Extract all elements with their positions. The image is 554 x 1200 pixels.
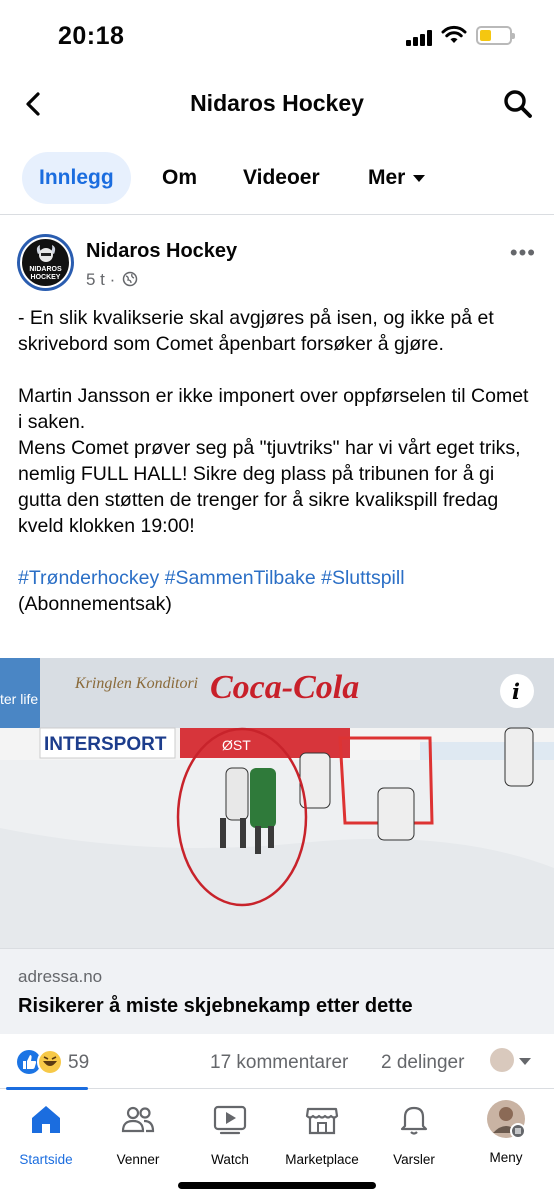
tab-om[interactable]: Om — [162, 152, 197, 204]
viking-logo-icon — [36, 244, 55, 262]
active-tab-indicator — [6, 1087, 88, 1090]
post-note: (Abonnementsak) — [18, 593, 172, 615]
caret-down-icon — [413, 174, 426, 182]
nav-label: Marketplace — [285, 1152, 359, 1167]
reaction-count[interactable]: 59 — [68, 1052, 89, 1074]
divider — [0, 214, 554, 215]
nav-venner[interactable]: Venner — [92, 1101, 184, 1167]
nav-varsler[interactable]: Varsler — [368, 1101, 460, 1167]
page-header: Nidaros Hockey — [0, 78, 554, 132]
comment-count[interactable]: 17 kommentarer — [210, 1052, 348, 1074]
tab-mer[interactable]: Mer — [368, 152, 426, 204]
post-paragraph: Martin Jansson er ikke imponert over opp… — [18, 385, 529, 433]
reactions-bar: 59 17 kommentarer 2 delinger — [0, 1044, 554, 1080]
tab-videoer[interactable]: Videoer — [243, 152, 320, 204]
nav-label: Venner — [116, 1152, 160, 1167]
caret-down-icon[interactable] — [519, 1058, 531, 1065]
page-avatar[interactable]: NIDAROS HOCKEY — [17, 234, 74, 291]
link-preview-image[interactable]: ter life Kringlen Konditori Coca-Cola IN… — [0, 658, 554, 948]
wifi-icon — [441, 25, 467, 43]
home-indicator — [178, 1182, 376, 1189]
link-domain: adressa.no — [18, 967, 103, 986]
marketplace-icon — [305, 1107, 339, 1135]
share-count[interactable]: 2 delinger — [381, 1052, 464, 1074]
avatar-logo-text: NIDAROS HOCKEY — [29, 265, 62, 281]
post-paragraph: - En slik kvalikserie skal avgjøres på i… — [18, 307, 494, 355]
page-tabs: Innlegg Om Videoer Mer — [0, 152, 554, 204]
nav-marketplace[interactable]: Marketplace — [276, 1101, 368, 1167]
tab-mer-label: Mer — [368, 166, 406, 189]
bell-icon — [400, 1106, 428, 1135]
hockey-scene-image: ter life Kringlen Konditori Coca-Cola IN… — [0, 658, 554, 948]
status-bar: 20:18 — [0, 0, 554, 70]
more-options-icon[interactable]: ••• — [510, 240, 536, 266]
nav-watch[interactable]: Watch — [184, 1101, 276, 1167]
reaction-icons[interactable] — [16, 1048, 66, 1076]
watch-icon — [213, 1105, 247, 1135]
search-icon[interactable] — [502, 88, 534, 120]
nav-label: Watch — [211, 1152, 249, 1167]
ad-text: ter life — [0, 691, 38, 707]
menu-avatar-icon — [487, 1100, 526, 1139]
globe-icon — [122, 271, 138, 287]
nav-label: Varsler — [393, 1152, 435, 1167]
svg-text:i: i — [512, 679, 520, 704]
home-icon — [32, 1106, 60, 1133]
post-paragraph: Mens Comet prøver seg på "tjuvtriks" har… — [18, 437, 521, 537]
link-preview-info[interactable]: adressa.no Risikerer å miste skjebnekamp… — [0, 948, 554, 1034]
signal-icon — [406, 30, 434, 46]
ad-text: ØST — [222, 737, 251, 753]
ad-text: INTERSPORT — [44, 734, 167, 755]
nav-label: Startside — [19, 1152, 73, 1167]
ad-text: Kringlen Konditori — [74, 675, 198, 692]
battery-icon — [476, 26, 515, 45]
post-hashtags[interactable]: #Trønderhockey #SammenTilbake #Sluttspil… — [18, 565, 538, 591]
link-headline: Risikerer å miste skjebnekamp etter dett… — [18, 995, 413, 1017]
post-author[interactable]: Nidaros Hockey — [86, 240, 237, 263]
tab-innlegg[interactable]: Innlegg — [22, 152, 131, 204]
nav-label: Meny — [489, 1150, 523, 1165]
status-time: 20:18 — [58, 22, 125, 50]
post-time: 5 t · — [86, 270, 116, 289]
post-text: - En slik kvalikserie skal avgjøres på i… — [18, 305, 538, 617]
post-meta: 5 t · — [86, 270, 138, 290]
page-title: Nidaros Hockey — [190, 90, 364, 116]
nav-startside[interactable]: Startside — [0, 1101, 92, 1167]
nav-meny[interactable]: Meny — [460, 1100, 552, 1165]
viewer-avatar[interactable] — [490, 1048, 514, 1072]
friends-icon — [121, 1106, 155, 1133]
ad-text: Coca-Cola — [210, 669, 359, 706]
